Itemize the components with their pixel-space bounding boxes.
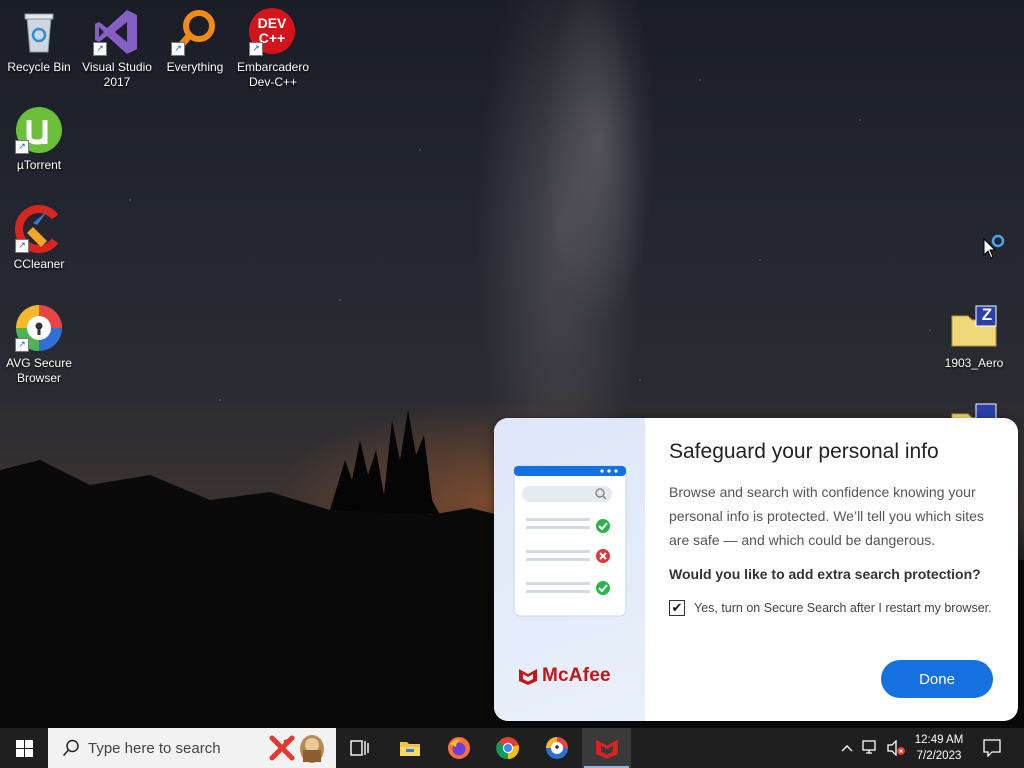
- zip-badge-text: Z: [981, 305, 993, 324]
- shortcut-arrow-icon: ↗: [15, 338, 29, 352]
- mcafee-logo-icon: [595, 739, 618, 759]
- mcafee-brand: McAfee: [518, 665, 611, 687]
- recycle-bin-icon: [15, 8, 63, 56]
- desktop-icon-label: Embarcadero Dev-C++: [236, 60, 310, 89]
- search-placeholder: Type here to search: [88, 739, 221, 757]
- desktop-icon-label: AVG Secure Browser: [6, 356, 72, 385]
- desktop-icon-label: Everything: [166, 60, 224, 74]
- desktop-icon-label: µTorrent: [16, 158, 62, 172]
- taskbar-chrome[interactable]: [484, 728, 532, 768]
- done-button[interactable]: Done: [881, 660, 993, 698]
- task-view-icon: [350, 740, 369, 756]
- taskbar: Type here to search 12:49 AM 7/2/2023: [0, 728, 1024, 768]
- desktop-icon-everything[interactable]: ↗ Everything: [157, 8, 233, 75]
- chevron-up-icon: [841, 745, 853, 752]
- taskbar-firefox[interactable]: [435, 728, 483, 768]
- desktop-icon-utorrent[interactable]: ↗ µTorrent: [1, 106, 77, 173]
- visual-studio-icon: ↗: [93, 8, 141, 56]
- busy-cursor-icon: [983, 234, 1005, 259]
- action-center-button[interactable]: [976, 728, 1008, 768]
- file-explorer-icon: [400, 742, 420, 756]
- desktop-icon-label: CCleaner: [13, 257, 65, 271]
- popup-title: Safeguard your personal info: [669, 440, 939, 463]
- volume-muted-icon: [887, 740, 905, 756]
- mcafee-logo-icon: [519, 669, 537, 685]
- taskbar-file-explorer[interactable]: [386, 728, 434, 768]
- secure-search-checkbox-row[interactable]: ✔ Yes, turn on Secure Search after I res…: [669, 600, 999, 616]
- task-view-button[interactable]: [336, 728, 384, 768]
- avg-browser-icon: [546, 737, 568, 759]
- firefox-icon: [448, 737, 470, 759]
- network-tray-button[interactable]: [860, 728, 882, 768]
- volume-tray-button[interactable]: [884, 728, 908, 768]
- zip-folder-icon: Z: [950, 304, 998, 352]
- desktop-icon-ccleaner[interactable]: ↗ CCleaner: [1, 205, 77, 272]
- show-hidden-icons-button[interactable]: [836, 728, 858, 768]
- taskbar-avg-browser[interactable]: [533, 728, 581, 768]
- utorrent-icon: ↗: [15, 106, 63, 154]
- shortcut-arrow-icon: ↗: [93, 42, 107, 56]
- desktop-icon-label: Recycle Bin: [7, 60, 71, 74]
- clock-time: 12:49 AM: [914, 734, 964, 746]
- everything-search-icon: ↗: [171, 8, 219, 56]
- browser-safety-illustration: [513, 465, 627, 617]
- popup-content: Safeguard your personal info Browse and …: [669, 440, 999, 616]
- desktop-icon-recycle-bin[interactable]: Recycle Bin: [1, 8, 77, 75]
- ccleaner-icon: ↗: [15, 205, 63, 253]
- popup-question: Would you like to add extra search prote…: [669, 566, 981, 582]
- taskbar-search-box[interactable]: Type here to search: [48, 728, 336, 768]
- start-button[interactable]: [0, 728, 48, 768]
- desktop-icon-visual-studio[interactable]: ↗ Visual Studio 2017: [79, 8, 155, 90]
- mcafee-secure-search-popup: McAfee Safeguard your personal info Brow…: [494, 418, 1018, 721]
- shortcut-arrow-icon: ↗: [15, 140, 29, 154]
- windows-logo-icon: [15, 739, 33, 757]
- search-highlight-illustration: [269, 735, 324, 763]
- notification-icon: [983, 739, 1001, 757]
- search-icon: [62, 739, 79, 757]
- secure-search-checkbox[interactable]: ✔: [669, 600, 685, 616]
- desktop-icon-label: Visual Studio 2017: [82, 60, 152, 89]
- secure-search-checkbox-label[interactable]: Yes, turn on Secure Search after I resta…: [694, 601, 992, 615]
- mcafee-brand-text: McAfee: [542, 665, 611, 686]
- desktop-icon-devcpp[interactable]: DEV C++ ↗ Embarcadero Dev-C++: [235, 8, 311, 90]
- devcpp-icon: DEV C++ ↗: [249, 8, 297, 56]
- shortcut-arrow-icon: ↗: [249, 42, 263, 56]
- clock-date: 7/2/2023: [916, 750, 962, 762]
- desktop-icon-1903-aero[interactable]: Z 1903_Aero: [936, 304, 1012, 371]
- avg-browser-icon: ↗: [15, 304, 63, 352]
- network-icon: [862, 740, 876, 754]
- shortcut-arrow-icon: ↗: [171, 42, 185, 56]
- popup-description: Browse and search with confidence knowin…: [669, 484, 984, 548]
- popup-illustration-panel: McAfee: [494, 418, 645, 721]
- taskbar-mcafee[interactable]: [582, 728, 631, 768]
- shortcut-arrow-icon: ↗: [15, 239, 29, 253]
- chrome-icon: [496, 737, 519, 760]
- clock[interactable]: 12:49 AM 7/2/2023: [908, 728, 970, 768]
- desktop-icon-avg-browser[interactable]: ↗ AVG Secure Browser: [1, 304, 77, 386]
- desktop-icon-label: 1903_Aero: [944, 356, 1004, 370]
